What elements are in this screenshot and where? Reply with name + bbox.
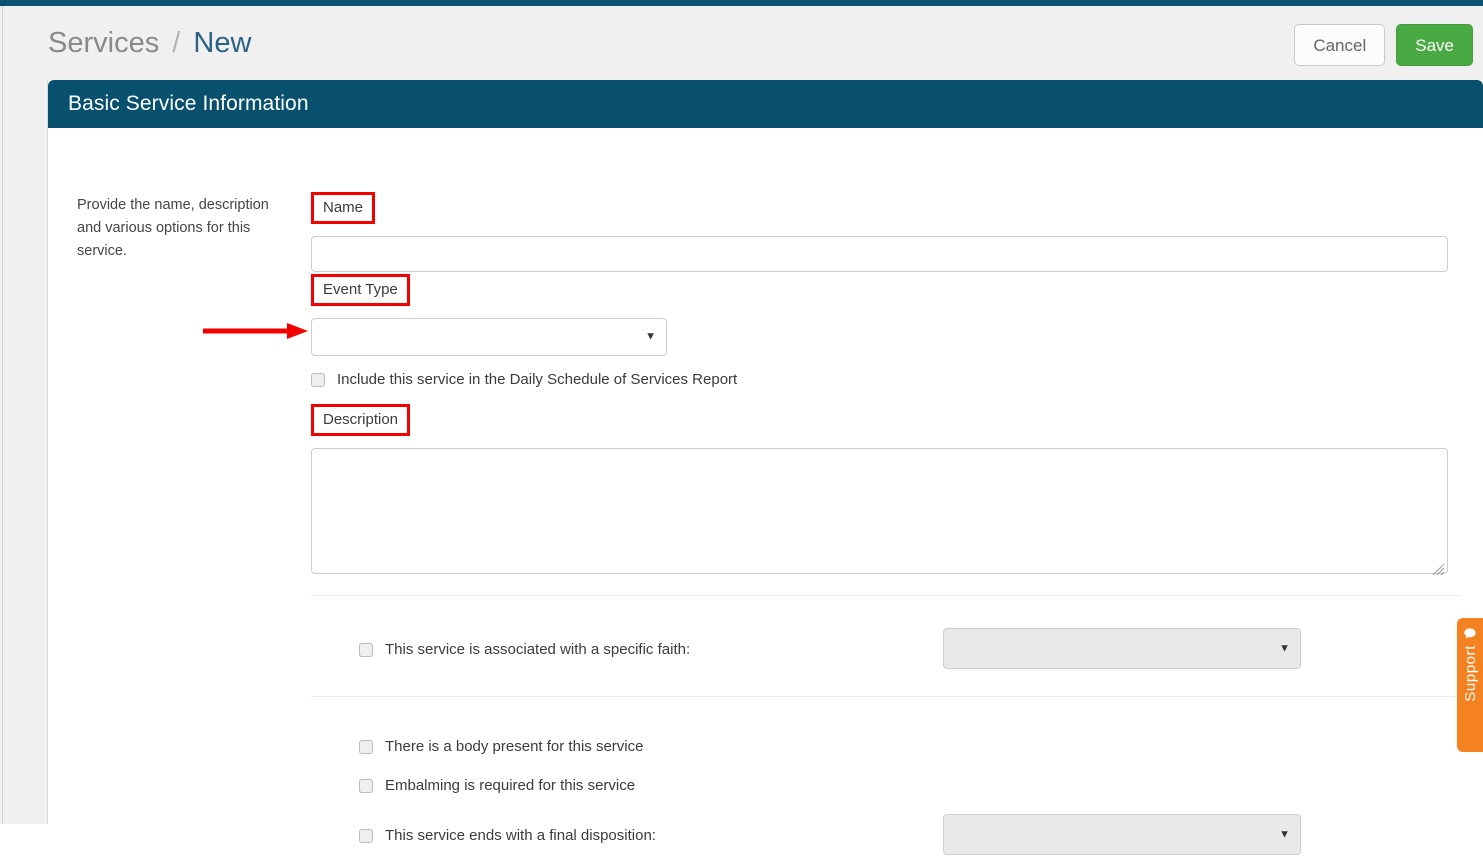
section-divider-2 [311, 696, 1461, 697]
embalming-checkbox-row: Embalming is required for this service [359, 777, 1459, 794]
event-type-label: Event Type [311, 274, 410, 306]
embalming-row: Embalming is required for this service [359, 777, 1459, 794]
final-disposition-select-wrapper: ▼ [943, 814, 1301, 855]
final-disposition-checkbox[interactable] [359, 828, 373, 843]
final-disposition-select[interactable] [943, 814, 1301, 855]
body-present-row: There is a body present for this service [359, 738, 1459, 755]
final-disposition-row: This service ends with a final dispositi… [311, 814, 1461, 858]
body-present-checkbox-row: There is a body present for this service [359, 738, 1459, 755]
description-label: Description [311, 404, 411, 436]
name-field-group: Name [311, 192, 1461, 272]
faith-checkbox[interactable] [359, 642, 373, 657]
event-type-select-wrapper: ▼ [311, 318, 667, 356]
description-textarea[interactable] [311, 448, 1448, 574]
breadcrumb: Services / New [48, 24, 251, 62]
panel-header: Basic Service Information [48, 80, 1483, 128]
description-textarea-wrapper [311, 448, 1448, 579]
embalming-label: Embalming is required for this service [385, 777, 636, 794]
description-field-group: Description [311, 404, 1461, 579]
daily-schedule-checkbox[interactable] [311, 372, 325, 387]
section-divider-1 [311, 595, 1461, 596]
faith-row: This service is associated with a specif… [311, 628, 1461, 672]
faith-checkbox-row: This service is associated with a specif… [359, 641, 690, 658]
faith-select-wrapper: ▼ [943, 628, 1301, 669]
basic-service-information-panel: Basic Service Information Provide the na… [48, 80, 1483, 855]
body-present-checkbox[interactable] [359, 739, 373, 754]
chat-bubble-icon [1464, 628, 1476, 639]
save-button[interactable]: Save [1396, 24, 1473, 66]
annotation-arrow [203, 323, 308, 339]
daily-schedule-checkbox-row: Include this service in the Daily Schedu… [311, 371, 1461, 388]
name-label: Name [311, 192, 376, 224]
final-disposition-checkbox-row: This service ends with a final dispositi… [359, 827, 656, 844]
header-actions: Cancel Save [1294, 24, 1473, 66]
event-type-select[interactable] [311, 318, 667, 356]
daily-schedule-label: Include this service in the Daily Schedu… [337, 371, 738, 388]
left-gutter-rail [0, 6, 48, 824]
panel-title: Basic Service Information [68, 92, 309, 115]
cancel-button[interactable]: Cancel [1294, 24, 1386, 66]
name-input[interactable] [311, 236, 1448, 272]
embalming-checkbox[interactable] [359, 778, 373, 793]
final-disposition-label: This service ends with a final dispositi… [385, 827, 656, 844]
faith-select[interactable] [943, 628, 1301, 669]
page-header: Services / New Cancel Save [4, 6, 1483, 80]
support-tab-label: Support [1461, 645, 1479, 702]
form-help-text: Provide the name, description and variou… [77, 197, 269, 259]
body-present-label: There is a body present for this service [385, 738, 644, 755]
breadcrumb-parent-link[interactable]: Services [48, 27, 159, 59]
event-type-field-group: Event Type ▼ [311, 274, 1461, 356]
panel-body: Provide the name, description and variou… [48, 128, 1483, 855]
daily-schedule-row: Include this service in the Daily Schedu… [311, 371, 1461, 388]
support-tab[interactable]: Support [1457, 618, 1483, 752]
faith-label: This service is associated with a specif… [385, 641, 691, 658]
left-rail-edge [0, 6, 3, 824]
breadcrumb-separator: / [172, 27, 181, 59]
breadcrumb-current: New [193, 27, 252, 59]
